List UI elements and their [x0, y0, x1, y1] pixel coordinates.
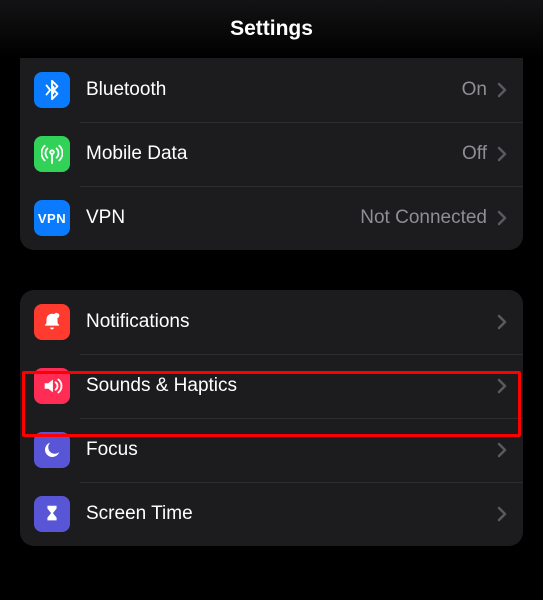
bell-icon — [34, 304, 70, 340]
row-status: On — [462, 79, 487, 101]
row-notifications[interactable]: Notifications — [20, 290, 523, 354]
chevron-right-icon — [497, 82, 507, 98]
row-sounds-haptics[interactable]: Sounds & Haptics — [20, 354, 523, 418]
row-focus[interactable]: Focus — [20, 418, 523, 482]
row-mobile-data[interactable]: Mobile Data Off — [20, 122, 523, 186]
page-title: Settings — [230, 17, 313, 41]
settings-content: Bluetooth On Mobile Data Off VPN VPN Not… — [0, 58, 543, 546]
vpn-icon-text: VPN — [38, 211, 66, 226]
row-label: Screen Time — [86, 503, 497, 525]
row-status: Off — [462, 143, 487, 165]
chevron-right-icon — [497, 378, 507, 394]
row-label: Notifications — [86, 311, 497, 333]
row-status: Not Connected — [360, 207, 487, 229]
row-label: Focus — [86, 439, 497, 461]
settings-group-general: Notifications Sounds & Haptics Focus — [20, 290, 523, 546]
row-screen-time[interactable]: Screen Time — [20, 482, 523, 546]
vpn-icon: VPN — [34, 200, 70, 236]
antenna-icon — [34, 136, 70, 172]
chevron-right-icon — [497, 314, 507, 330]
row-vpn[interactable]: VPN VPN Not Connected — [20, 186, 523, 250]
row-label: Bluetooth — [86, 79, 462, 101]
row-bluetooth[interactable]: Bluetooth On — [20, 58, 523, 122]
moon-icon — [34, 432, 70, 468]
speaker-icon — [34, 368, 70, 404]
row-label: VPN — [86, 207, 360, 229]
row-label: Mobile Data — [86, 143, 462, 165]
hourglass-icon — [34, 496, 70, 532]
chevron-right-icon — [497, 210, 507, 226]
chevron-right-icon — [497, 442, 507, 458]
header: Settings — [0, 0, 543, 58]
row-label: Sounds & Haptics — [86, 375, 497, 397]
settings-group-connectivity: Bluetooth On Mobile Data Off VPN VPN Not… — [20, 58, 523, 250]
chevron-right-icon — [497, 146, 507, 162]
chevron-right-icon — [497, 506, 507, 522]
bluetooth-icon — [34, 72, 70, 108]
